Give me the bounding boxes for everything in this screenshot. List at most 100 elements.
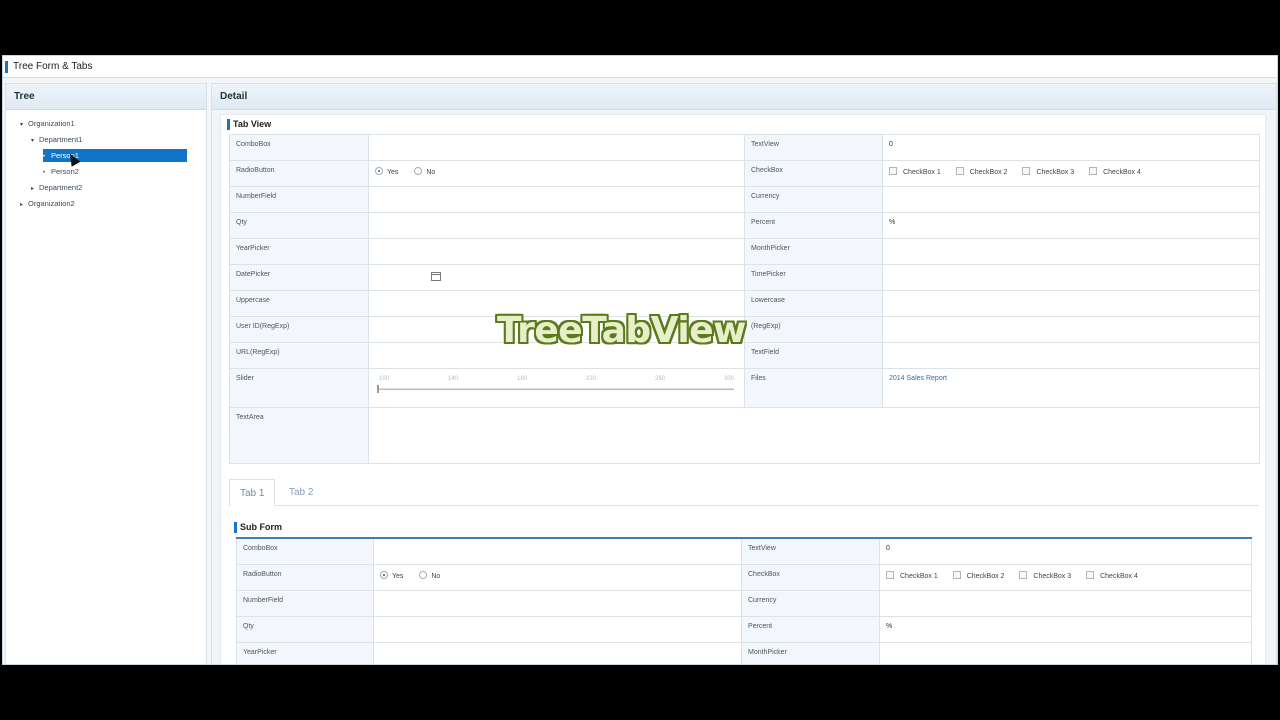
checkbox-icon[interactable]	[952, 570, 961, 579]
numberfield-label: NumberField	[229, 186, 369, 213]
slider-tick: 300	[724, 376, 735, 382]
checkbox-icon[interactable]	[955, 167, 964, 175]
sub-form: ComboBox TextView 0 RadioButton Yes No C…	[236, 537, 1252, 664]
percent-suffix: %	[886, 622, 893, 630]
lowercase-input[interactable]	[882, 290, 1260, 317]
numberfield-input[interactable]	[373, 589, 742, 617]
percent-label: Percent	[741, 615, 880, 643]
textarea-input[interactable]	[368, 407, 1260, 464]
checkbox-icon[interactable]	[1089, 167, 1098, 175]
expand-icon[interactable]: ▸	[31, 183, 39, 196]
slider-cell: 100 140 180 220 260 300	[368, 368, 745, 408]
currency-input[interactable]	[882, 186, 1260, 213]
collapse-icon[interactable]: ▾	[20, 119, 28, 132]
calendar-icon[interactable]	[431, 272, 441, 281]
percent-input[interactable]: %	[879, 615, 1252, 643]
monthpicker-input[interactable]	[879, 641, 1252, 664]
tree-node-organization2[interactable]: ▸ Organization2	[20, 197, 75, 210]
datepicker-input[interactable]	[368, 264, 745, 291]
regexp-input[interactable]	[882, 316, 1260, 343]
leaf-icon: •	[43, 170, 46, 176]
tab-1[interactable]: Tab 1	[229, 479, 276, 507]
detail-panel: Detail Tab View ComboBox TextView 0 Radi…	[211, 83, 1277, 664]
radio-checked-icon[interactable]	[375, 167, 383, 175]
checkbox-icon[interactable]	[889, 167, 897, 175]
tree-node-person2[interactable]: • Person2	[43, 165, 79, 178]
checkbox-2[interactable]: CheckBox 2	[952, 570, 1004, 580]
checkbox-1[interactable]: CheckBox 1	[886, 570, 938, 580]
slider-track[interactable]	[379, 388, 734, 390]
combobox-input[interactable]	[368, 134, 745, 161]
tree-panel-title: Tree	[14, 91, 35, 102]
userid-label: User ID(RegExp)	[229, 316, 369, 343]
tree-node-department1[interactable]: ▾ Department1	[31, 133, 82, 146]
percent-suffix: %	[889, 219, 896, 226]
checkbox-4[interactable]: CheckBox 4	[1089, 167, 1141, 176]
lowercase-label: Lowercase	[744, 290, 883, 317]
numberfield-input[interactable]	[368, 186, 745, 213]
files-label: Files	[744, 368, 883, 408]
file-link[interactable]: 2014 Sales Report	[889, 375, 947, 382]
sub-form-title: Sub Form	[234, 522, 282, 533]
radio-yes[interactable]: Yes	[375, 167, 398, 176]
checkbox-group: CheckBox 1 CheckBox 2 CheckBox 3 CheckBo…	[882, 160, 1260, 187]
checkbox-icon[interactable]	[886, 570, 894, 579]
textarea-label: TextArea	[229, 407, 369, 464]
percent-input[interactable]: %	[882, 212, 1260, 239]
uppercase-label: Uppercase	[229, 290, 369, 317]
checkbox-1[interactable]: CheckBox 1	[889, 167, 941, 176]
tab-2[interactable]: Tab 2	[279, 479, 323, 507]
detail-content: Tab View ComboBox TextView 0 RadioButton…	[220, 114, 1266, 664]
percent-label: Percent	[744, 212, 883, 239]
app-title-bar: Tree Form & Tabs	[3, 56, 1277, 78]
datepicker-label: DatePicker	[229, 264, 369, 291]
numberfield-label: NumberField	[236, 589, 374, 617]
leaf-icon: •	[43, 154, 46, 160]
combobox-label: ComboBox	[229, 134, 369, 161]
qty-input[interactable]	[373, 615, 742, 643]
currency-label: Currency	[741, 589, 880, 617]
slider-tick: 100	[379, 376, 390, 382]
textview-label: TextView	[741, 537, 880, 565]
qty-input[interactable]	[368, 212, 745, 239]
slider-label: Slider	[229, 368, 369, 408]
monthpicker-input[interactable]	[882, 238, 1260, 265]
slider-tick: 180	[517, 376, 528, 382]
detail-panel-header: Detail	[212, 84, 1276, 110]
radiobutton-label: RadioButton	[236, 563, 374, 591]
currency-label: Currency	[744, 186, 883, 213]
slider-handle[interactable]	[377, 385, 379, 393]
expand-icon[interactable]: ▸	[20, 199, 28, 212]
textview-label: TextView	[744, 134, 883, 161]
textfield-input[interactable]	[882, 342, 1260, 369]
currency-input[interactable]	[879, 589, 1252, 617]
radio-group: Yes No	[368, 160, 745, 187]
collapse-icon[interactable]: ▾	[31, 135, 39, 148]
slider-tick: 260	[655, 376, 666, 382]
checkbox-4[interactable]: CheckBox 4	[1086, 570, 1138, 580]
combobox-input[interactable]	[373, 537, 742, 565]
checkbox-2[interactable]: CheckBox 2	[955, 167, 1007, 176]
slider[interactable]: 100 140 180 220 260 300	[375, 375, 738, 401]
timepicker-label: TimePicker	[744, 264, 883, 291]
textview-value: 0	[882, 134, 1260, 161]
radio-no[interactable]: No	[414, 167, 435, 176]
radio-unchecked-icon[interactable]	[414, 167, 423, 175]
checkbox-3[interactable]: CheckBox 3	[1019, 570, 1071, 580]
radio-unchecked-icon[interactable]	[419, 570, 428, 579]
radio-group: Yes No	[373, 563, 742, 591]
tab-bar: Tab 1 Tab 2	[229, 477, 1259, 507]
radio-checked-icon[interactable]	[380, 570, 388, 579]
radio-yes[interactable]: Yes	[380, 570, 403, 580]
yearpicker-input[interactable]	[373, 641, 742, 664]
checkbox-icon[interactable]	[1019, 570, 1028, 579]
timepicker-input[interactable]	[882, 264, 1260, 291]
yearpicker-input[interactable]	[368, 238, 745, 265]
checkbox-3[interactable]: CheckBox 3	[1022, 167, 1074, 176]
watermark-title: TreeTabView	[497, 310, 746, 351]
tree-node-organization1[interactable]: ▾ Organization1	[20, 117, 75, 130]
radio-no[interactable]: No	[419, 570, 440, 580]
checkbox-icon[interactable]	[1022, 167, 1031, 175]
checkbox-icon[interactable]	[1086, 570, 1095, 579]
tree-node-department2[interactable]: ▸ Department2	[31, 181, 82, 194]
